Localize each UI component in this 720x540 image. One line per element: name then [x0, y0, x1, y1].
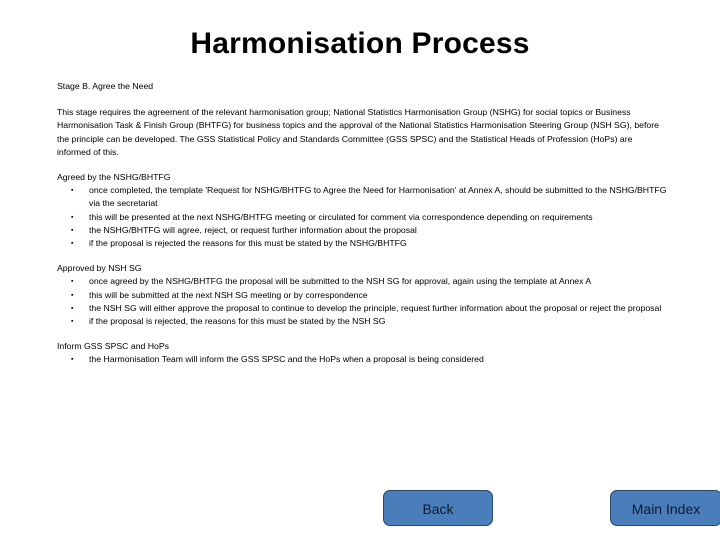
- back-button[interactable]: Back: [383, 490, 493, 526]
- list-item-text: this will be submitted at the next NSH S…: [89, 289, 368, 300]
- intro-paragraph: This stage requires the agreement of the…: [57, 107, 659, 157]
- list-item: ▪ if the proposal is rejected the reason…: [57, 237, 667, 250]
- page-title: Harmonisation Process: [190, 27, 530, 60]
- list-item: ▪ once agreed by the NSHG/BHTFG the prop…: [57, 275, 667, 288]
- list-item: ▪ once completed, the template 'Request …: [57, 184, 667, 210]
- list-item: ▪ this will be presented at the next NSH…: [57, 211, 667, 224]
- list-item-text: if the proposal is rejected the reasons …: [89, 238, 407, 249]
- list-item-text: once agreed by the NSHG/BHTFG the propos…: [89, 276, 592, 287]
- bullet-square-icon: ▪: [71, 240, 74, 248]
- slide-canvas: Harmonisation Process Stage B. Agree the…: [0, 0, 720, 540]
- slide-body: Stage B. Agree the Need This stage requi…: [57, 80, 667, 367]
- list-item-text: if the proposal is rejected, the reasons…: [89, 316, 386, 327]
- list-item: ▪ the Harmonisation Team will inform the…: [57, 353, 667, 366]
- bullet-list-approved: ▪ once agreed by the NSHG/BHTFG the prop…: [57, 275, 667, 328]
- bullet-list-agreed: ▪ once completed, the template 'Request …: [57, 184, 667, 250]
- bullet-square-icon: ▪: [71, 213, 74, 221]
- bullet-square-icon: ▪: [71, 304, 74, 312]
- bullet-square-icon: ▪: [71, 187, 74, 195]
- bullet-square-icon: ▪: [71, 356, 74, 364]
- list-item-text: the NSH SG will either approve the propo…: [89, 302, 662, 313]
- main-index-button[interactable]: Main Index: [610, 490, 720, 526]
- list-item-text: once completed, the template 'Request fo…: [89, 185, 667, 209]
- bullet-square-icon: ▪: [71, 318, 74, 326]
- bullet-square-icon: ▪: [71, 226, 74, 234]
- section-heading-approved: Approved by NSH SG: [57, 263, 142, 274]
- list-item: ▪ the NSHG/BHTFG will agree, reject, or …: [57, 224, 667, 237]
- section-heading-inform: Inform GSS SPSC and HoPs: [57, 341, 170, 352]
- bullet-square-icon: ▪: [71, 291, 74, 299]
- list-item: ▪ this will be submitted at the next NSH…: [57, 289, 667, 302]
- stage-label: Stage B. Agree the Need: [57, 81, 154, 91]
- bullet-list-inform: ▪ the Harmonisation Team will inform the…: [57, 353, 667, 366]
- list-item-text: the NSHG/BHTFG will agree, reject, or re…: [89, 224, 417, 235]
- list-item-text: this will be presented at the next NSHG/…: [89, 211, 593, 222]
- list-item: ▪ if the proposal is rejected, the reaso…: [57, 315, 667, 328]
- list-item-text: the Harmonisation Team will inform the G…: [89, 354, 484, 365]
- list-item: ▪ the NSH SG will either approve the pro…: [57, 302, 667, 315]
- section-heading-agreed: Agreed by the NSHG/BHTFG: [57, 172, 171, 183]
- bullet-square-icon: ▪: [71, 278, 74, 286]
